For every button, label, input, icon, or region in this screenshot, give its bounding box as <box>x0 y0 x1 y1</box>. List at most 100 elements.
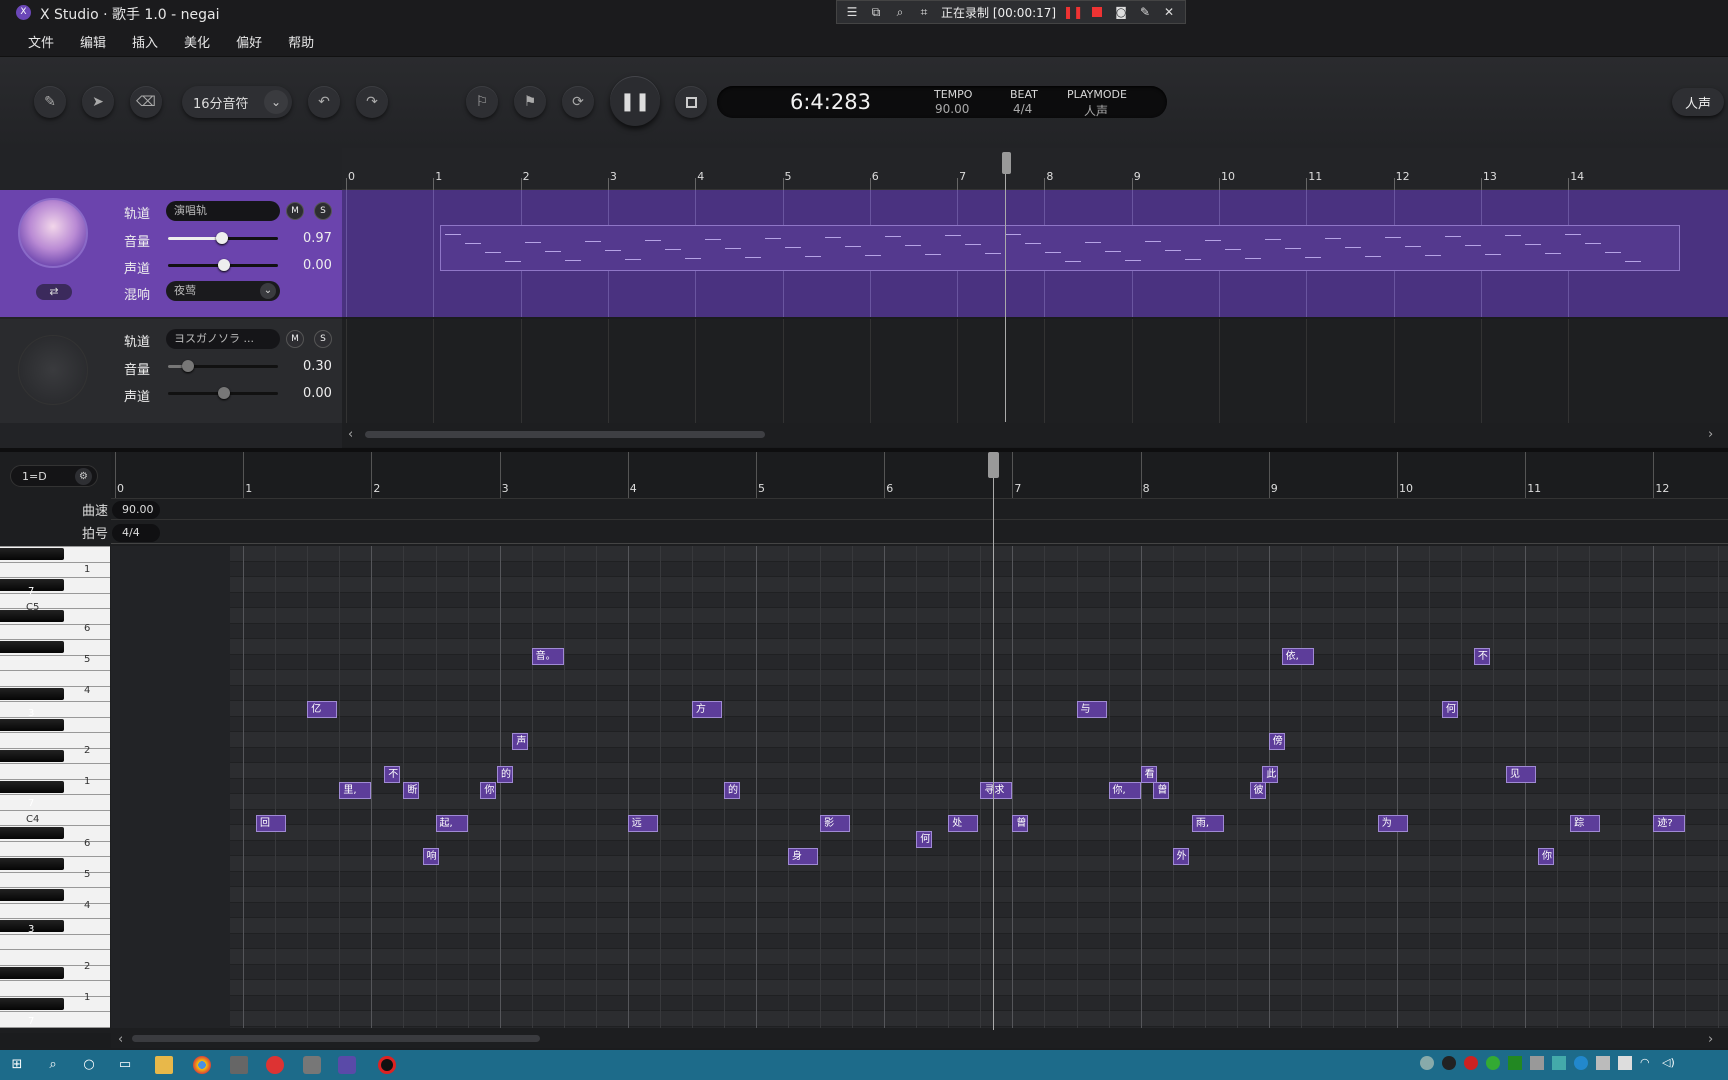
note[interactable]: 远 <box>627 815 658 832</box>
beat-row-value[interactable]: 4/4 <box>112 524 160 542</box>
volume-icon[interactable]: ◁) <box>1662 1056 1676 1070</box>
pencil-tool-button[interactable]: ✎ <box>34 86 66 118</box>
scroll-right-icon[interactable]: › <box>1708 427 1713 442</box>
volume-slider-knob[interactable] <box>182 360 194 372</box>
mute-button[interactable]: M <box>286 202 304 220</box>
note[interactable]: 的 <box>723 782 740 799</box>
select-tool-button[interactable]: ➤ <box>82 86 114 118</box>
piano-roll-ruler[interactable]: 0 1 2 3 4 5 6 7 8 9 10 11 12 <box>111 452 1728 498</box>
note[interactable]: 声 <box>512 733 529 750</box>
pause-icon[interactable]: ❚❚ <box>1063 5 1083 19</box>
pan-slider-knob[interactable] <box>218 387 230 399</box>
pause-button[interactable]: ❚❚ <box>610 76 660 126</box>
chrome-icon[interactable] <box>193 1056 211 1074</box>
netease-music-icon[interactable] <box>266 1056 284 1074</box>
note[interactable]: 回 <box>256 815 287 832</box>
note[interactable]: 踪 <box>1570 815 1601 832</box>
scroll-right-icon[interactable]: › <box>1708 1032 1713 1047</box>
loop-button[interactable]: ⟳ <box>562 86 594 118</box>
note[interactable]: 响 <box>422 848 439 865</box>
note[interactable]: 为 <box>1377 815 1408 832</box>
track-name-field[interactable]: 演唱轨 <box>166 201 280 221</box>
black-key[interactable] <box>0 687 64 700</box>
note[interactable]: 曾 <box>1012 815 1029 832</box>
note[interactable]: 处 <box>948 815 979 832</box>
note[interactable]: 见 <box>1505 766 1536 783</box>
note[interactable]: 何 <box>1441 701 1458 718</box>
search-icon[interactable]: ⌕ <box>44 1056 62 1074</box>
voice-mode-button[interactable]: 人声 <box>1672 88 1724 116</box>
close-icon[interactable]: ✕ <box>1162 5 1176 19</box>
xstudio-icon[interactable] <box>338 1056 356 1074</box>
menu-beautify[interactable]: 美化 <box>172 32 224 51</box>
stop-icon[interactable] <box>1090 5 1104 19</box>
tray-icon[interactable] <box>1442 1056 1456 1070</box>
note[interactable]: 里, <box>339 782 372 799</box>
crop-icon[interactable]: ⌗ <box>917 5 931 19</box>
menu-edit[interactable]: 编辑 <box>68 32 120 51</box>
tray-icon[interactable] <box>1464 1056 1478 1070</box>
note[interactable]: 你 <box>480 782 497 799</box>
note[interactable]: 看 <box>1140 766 1157 783</box>
note[interactable]: 你 <box>1538 848 1555 865</box>
track-playhead-handle[interactable] <box>1002 152 1011 174</box>
note[interactable]: 不 <box>384 766 401 783</box>
tray-icon[interactable] <box>1508 1056 1522 1070</box>
track-name-field[interactable]: ヨスガノソラ ... <box>166 329 280 349</box>
note[interactable]: 依, <box>1281 648 1314 665</box>
menu-help[interactable]: 帮助 <box>276 32 328 51</box>
search-icon[interactable]: ⌕ <box>893 5 907 19</box>
note[interactable]: 音。 <box>531 648 564 665</box>
pan-slider-knob[interactable] <box>218 259 230 271</box>
accompaniment-track-lane[interactable] <box>342 319 1728 423</box>
cortana-icon[interactable]: ○ <box>80 1056 98 1074</box>
note[interactable]: 与 <box>1076 701 1107 718</box>
black-key[interactable] <box>0 749 64 762</box>
redo-button[interactable]: ↷ <box>356 86 388 118</box>
note[interactable]: 的 <box>497 766 514 783</box>
singer-avatar[interactable] <box>18 198 88 268</box>
note[interactable]: 方 <box>691 701 722 718</box>
piano-roll-scroll-thumb[interactable] <box>132 1035 540 1042</box>
black-key[interactable] <box>0 641 64 653</box>
note[interactable]: 亿 <box>307 701 338 718</box>
task-view-icon[interactable]: ▭ <box>116 1056 134 1074</box>
note[interactable]: 彼 <box>1249 782 1266 799</box>
scroll-left-icon[interactable]: ‹ <box>348 427 353 442</box>
note-grid[interactable]: 音。亿声不的里, 断你回起, 响方的远影身何处寻求曾与你, 看曾雨, 外依, 傍此彼为何不… <box>111 546 1728 1028</box>
windows-start-icon[interactable]: ⊞ <box>8 1056 26 1074</box>
black-key[interactable] <box>0 548 64 560</box>
note[interactable]: 起, <box>435 815 468 832</box>
mute-button[interactable]: M <box>286 330 304 348</box>
note[interactable]: 雨, <box>1191 815 1224 832</box>
eraser-tool-button[interactable]: ⌫ <box>130 86 162 118</box>
tray-icon[interactable] <box>1552 1056 1566 1070</box>
note[interactable]: 傍 <box>1268 733 1285 750</box>
note[interactable]: 不 <box>1473 648 1490 665</box>
black-key[interactable] <box>0 827 64 839</box>
calculator-icon[interactable] <box>230 1056 248 1074</box>
black-key[interactable] <box>0 966 64 979</box>
tray-icon[interactable] <box>1420 1056 1434 1070</box>
track-ruler[interactable]: 0 1 2 3 4 5 6 7 8 9 10 11 12 13 14 <box>342 148 1728 190</box>
black-key[interactable] <box>0 718 64 731</box>
marker-start-button[interactable]: ⚐ <box>466 86 498 118</box>
undo-button[interactable]: ↶ <box>308 86 340 118</box>
menu-icon[interactable]: ☰ <box>845 5 859 19</box>
tempo-row[interactable] <box>111 498 1728 520</box>
camera-icon[interactable]: ◙ <box>1114 5 1128 19</box>
solo-button[interactable]: S <box>314 202 332 220</box>
stop-button[interactable] <box>675 86 707 118</box>
menu-file[interactable]: 文件 <box>16 32 68 51</box>
chevron-down-icon[interactable]: ⌄ <box>264 90 288 114</box>
black-key[interactable] <box>0 780 64 793</box>
tray-icon[interactable] <box>1596 1056 1610 1070</box>
scroll-left-icon[interactable]: ‹ <box>118 1032 123 1047</box>
file-explorer-icon[interactable] <box>155 1056 173 1074</box>
window-icon[interactable]: ⧉ <box>869 5 883 19</box>
recorder-icon[interactable] <box>378 1056 396 1074</box>
menu-preferences[interactable]: 偏好 <box>224 32 276 51</box>
note[interactable]: 寻求 <box>980 782 1013 799</box>
note[interactable]: 身 <box>788 848 819 865</box>
note-length-select[interactable]: 16分音符 ⌄ <box>182 86 292 118</box>
